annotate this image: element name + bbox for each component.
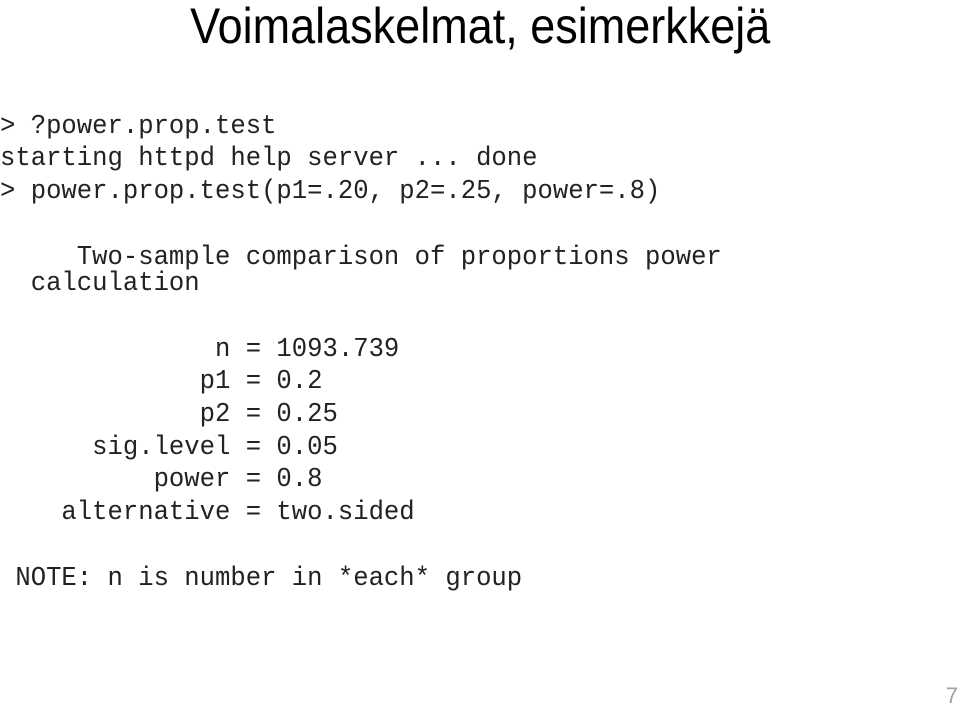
console-line: starting httpd help server ... done [0, 144, 538, 174]
console-line: > power.prop.test(p1=.20, p2=.25, power=… [0, 177, 661, 207]
result-p1: p1 = 0.2 [0, 367, 323, 397]
console-line: > ?power.prop.test [0, 112, 277, 142]
result-p2: p2 = 0.25 [0, 400, 338, 430]
result-power: power = 0.8 [0, 465, 323, 495]
slide-title: Voimalaskelmat, esimerkkejä [190, 0, 771, 54]
result-alternative: alternative = two.sided [0, 498, 415, 528]
output-note: NOTE: n is number in *each* group [0, 564, 523, 594]
output-heading-cont: calculation [0, 269, 200, 299]
result-sig-level: sig.level = 0.05 [0, 433, 338, 463]
result-n: n = 1093.739 [0, 335, 400, 365]
page-number: 7 [945, 683, 958, 708]
